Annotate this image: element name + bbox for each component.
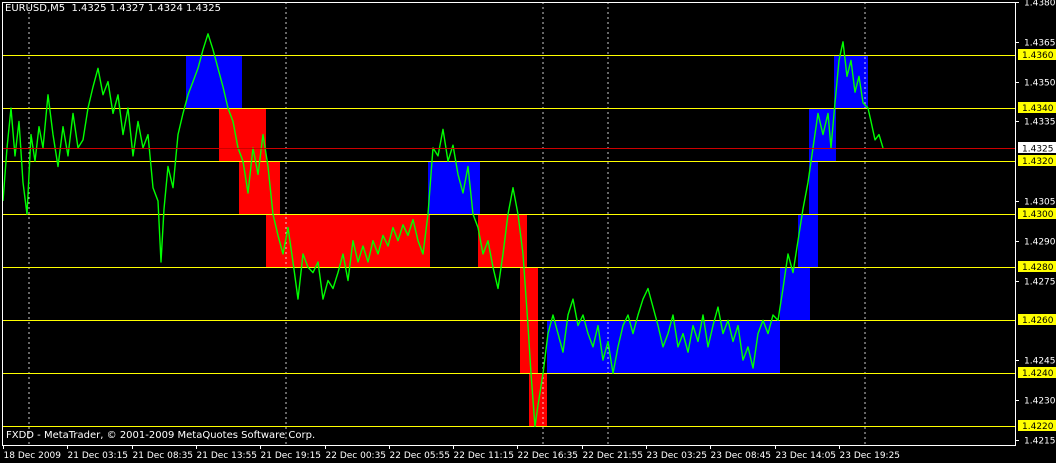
y-axis-label: 1.4230: [1024, 397, 1056, 407]
y-axis-label: 1.4350: [1024, 79, 1056, 89]
x-axis-label: 22 Dec 11:15: [454, 451, 515, 461]
y-axis-label: 1.4215: [1024, 437, 1056, 447]
y-axis-label: 1.4245: [1024, 357, 1056, 367]
x-axis-label: 21 Dec 08:35: [133, 451, 194, 461]
ohlc-readout: 1.4325 1.4327 1.4324 1.4325: [71, 3, 221, 14]
current-price-label: 1.4325: [1022, 145, 1054, 155]
x-axis-label: 22 Dec 21:55: [583, 451, 644, 461]
y-axis-label: 1.4290: [1024, 238, 1056, 248]
x-axis-label: 23 Dec 19:25: [840, 451, 901, 461]
y-axis-label: 1.4380: [1024, 0, 1056, 9]
chart-title: EURUSD,M5 1.4325 1.4327 1.4324 1.4325: [5, 3, 221, 14]
y-axis-label: 1.4305: [1024, 198, 1056, 208]
x-axis-label: 21 Dec 19:15: [261, 451, 322, 461]
x-axis-label: 22 Dec 05:55: [390, 451, 451, 461]
x-axis-label: 21 Dec 03:15: [68, 451, 129, 461]
y-axis-label: 1.4365: [1024, 39, 1056, 49]
range-box-down: [239, 161, 280, 215]
range-box-down: [219, 108, 266, 162]
level-label: 1.4240: [1022, 369, 1054, 379]
symbol-timeframe: EURUSD,M5: [5, 3, 66, 14]
level-label: 1.4280: [1022, 263, 1054, 273]
level-label: 1.4320: [1022, 157, 1054, 167]
x-axis-label: 18 Dec 2009: [4, 451, 62, 461]
y-axis-label: 1.4335: [1024, 118, 1056, 128]
level-label: 1.4340: [1022, 104, 1054, 114]
x-axis-label: 21 Dec 13:55: [197, 451, 258, 461]
x-axis-label: 22 Dec 16:35: [518, 451, 579, 461]
range-box-up: [186, 55, 242, 109]
level-label: 1.4360: [1022, 51, 1054, 61]
x-axis-label: 23 Dec 14:05: [776, 451, 837, 461]
price-chart[interactable]: 1.4380 1.4365 1.4350 1.4335 1.4305 1.4290 1.42…: [0, 0, 1056, 463]
x-axis-label: 23 Dec 03:25: [647, 451, 708, 461]
level-label: 1.4220: [1022, 422, 1054, 432]
level-label: 1.4260: [1022, 316, 1054, 326]
level-label: 1.4300: [1022, 210, 1054, 220]
copyright-text: FXDD - MetaTrader, © 2001-2009 MetaQuote…: [6, 430, 316, 441]
y-axis-label: 1.4275: [1024, 278, 1056, 288]
x-axis-label: 23 Dec 08:45: [711, 451, 772, 461]
x-axis-label: 22 Dec 00:35: [326, 451, 387, 461]
